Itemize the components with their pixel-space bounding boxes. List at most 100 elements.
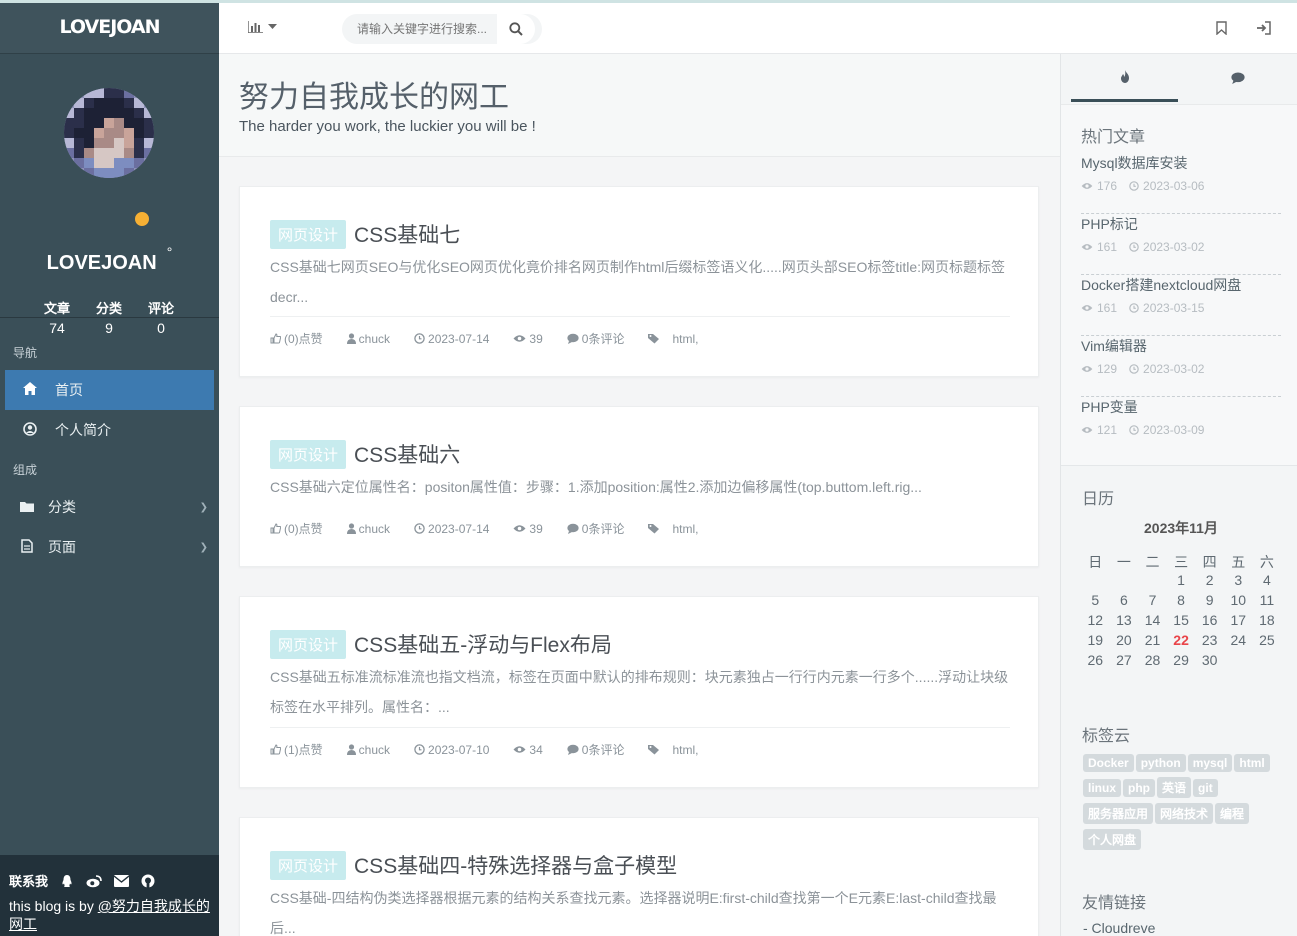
stat-comments[interactable]: 评论 0	[135, 298, 187, 336]
post-title[interactable]: CSS基础五-浮动与Flex布局	[354, 629, 612, 659]
calendar-day[interactable]: 30	[1195, 652, 1224, 672]
bookmark-button[interactable]	[1216, 21, 1227, 38]
calendar-day[interactable]: 3	[1224, 572, 1253, 592]
hot-post-title[interactable]: PHP标记	[1081, 214, 1281, 234]
nav-item-home[interactable]: 首页	[5, 370, 214, 410]
calendar-day[interactable]: 10	[1224, 592, 1253, 612]
calendar-day[interactable]: 29	[1167, 652, 1196, 672]
calendar-day[interactable]: 15	[1167, 612, 1196, 632]
post-title[interactable]: CSS基础六	[354, 439, 460, 469]
hot-post-title[interactable]: PHP变量	[1081, 397, 1281, 417]
post-category-tag[interactable]: 网页设计	[270, 629, 347, 659]
stat-categories[interactable]: 分类 9	[83, 298, 135, 336]
post-comments[interactable]: 0条评论	[567, 520, 624, 537]
user-icon	[346, 333, 356, 344]
friend-link[interactable]: - Cloudreve	[1083, 920, 1155, 936]
hot-post-item[interactable]: Vim编辑器 129 2023-03-02	[1081, 336, 1281, 397]
tag-chip[interactable]: git	[1193, 779, 1218, 797]
search-button[interactable]	[497, 14, 535, 44]
post-comments[interactable]: 0条评论	[567, 741, 624, 758]
calendar-day	[1224, 652, 1253, 672]
tag-chip[interactable]: html	[1234, 754, 1270, 772]
calendar-day[interactable]: 12	[1081, 612, 1110, 632]
calendar-day[interactable]: 22	[1167, 632, 1196, 652]
calendar-day[interactable]: 25	[1253, 632, 1282, 652]
calendar-day[interactable]: 20	[1110, 632, 1139, 652]
calendar-day[interactable]: 18	[1253, 612, 1282, 632]
calendar-day[interactable]: 19	[1081, 632, 1110, 652]
hot-post-title[interactable]: Mysql数据库安装	[1081, 153, 1281, 173]
chart-menu-button[interactable]	[248, 21, 277, 33]
stat-posts[interactable]: 文章 74	[31, 298, 83, 336]
tag-chip[interactable]: 编程	[1215, 803, 1250, 824]
nav-item-category[interactable]: 分类 ❯	[5, 487, 214, 527]
search-input[interactable]	[342, 22, 497, 36]
post-author[interactable]: chuck	[346, 522, 390, 536]
hot-post-title[interactable]: Vim编辑器	[1081, 336, 1281, 356]
tag-chip[interactable]: Docker	[1083, 754, 1134, 772]
calendar-week: 26 27 28 29 30	[1081, 652, 1297, 672]
calendar-day[interactable]: 7	[1138, 592, 1167, 612]
tag-chip[interactable]: 服务器应用	[1083, 803, 1154, 824]
post-title[interactable]: CSS基础七	[354, 219, 460, 249]
post-category-tag[interactable]: 网页设计	[270, 850, 347, 880]
post-category-tag[interactable]: 网页设计	[270, 219, 347, 249]
hot-post-item[interactable]: Docker搭建nextcloud网盘 161 2023-03-15	[1081, 275, 1281, 336]
post-author[interactable]: chuck	[346, 332, 390, 346]
calendar-day[interactable]: 26	[1081, 652, 1110, 672]
tab-comments[interactable]	[1184, 54, 1291, 102]
hot-post-title[interactable]: Docker搭建nextcloud网盘	[1081, 275, 1281, 295]
calendar-day[interactable]: 1	[1167, 572, 1196, 592]
post-author[interactable]: chuck	[346, 743, 390, 757]
post-title[interactable]: CSS基础四-特殊选择器与盒子模型	[354, 850, 677, 880]
calendar-day[interactable]: 13	[1110, 612, 1139, 632]
post-tags[interactable]: html,	[648, 332, 698, 346]
github-icon[interactable]	[141, 874, 155, 888]
calendar-day[interactable]: 2	[1195, 572, 1224, 592]
tag-chip[interactable]: 英语	[1157, 777, 1192, 798]
hot-post-item[interactable]: Mysql数据库安装 176 2023-03-06	[1081, 153, 1281, 214]
qq-icon[interactable]	[60, 874, 74, 888]
calendar-day[interactable]: 27	[1110, 652, 1139, 672]
tag-chip[interactable]: php	[1123, 779, 1156, 797]
tag-chip[interactable]: 网络技术	[1155, 803, 1214, 824]
calendar-day[interactable]: 16	[1195, 612, 1224, 632]
tag-chip[interactable]: linux	[1083, 779, 1122, 797]
login-button[interactable]	[1256, 21, 1271, 38]
email-icon[interactable]	[114, 874, 130, 887]
post-category-tag[interactable]: 网页设计	[270, 439, 347, 469]
calendar-day[interactable]: 21	[1138, 632, 1167, 652]
post-tags[interactable]: html,	[648, 522, 698, 536]
calendar-day[interactable]: 14	[1138, 612, 1167, 632]
hot-post-item[interactable]: PHP变量 121 2023-03-09	[1081, 397, 1281, 458]
post-likes[interactable]: (0)点赞	[270, 520, 323, 537]
calendar-day[interactable]: 23	[1195, 632, 1224, 652]
post-excerpt: CSS基础六定位属性名：positon属性值：步骤：1.添加position:属…	[270, 479, 922, 495]
folder-icon	[5, 499, 48, 515]
hot-post-item[interactable]: PHP标记 161 2023-03-02	[1081, 214, 1281, 275]
calendar-day[interactable]: 17	[1224, 612, 1253, 632]
calendar-day	[1110, 572, 1139, 592]
post-likes[interactable]: (0)点赞	[270, 330, 323, 347]
tag-chip[interactable]: 个人网盘	[1083, 829, 1142, 850]
calendar-day[interactable]: 4	[1253, 572, 1282, 592]
tag-chip[interactable]: mysql	[1187, 754, 1233, 772]
tag-chip[interactable]: python	[1135, 754, 1186, 772]
brand-logo[interactable]: LOVEJOAN	[0, 0, 219, 54]
post-likes[interactable]: (1)点赞	[270, 741, 323, 758]
nav-item-about[interactable]: 个人简介	[5, 410, 214, 450]
post-tags[interactable]: html,	[648, 743, 698, 757]
nav-item-pages[interactable]: 页面 ❯	[5, 527, 214, 567]
calendar-day[interactable]: 8	[1167, 592, 1196, 612]
tab-hot[interactable]	[1071, 54, 1178, 102]
calendar-day[interactable]: 9	[1195, 592, 1224, 612]
calendar-day[interactable]: 28	[1138, 652, 1167, 672]
calendar-day[interactable]: 6	[1110, 592, 1139, 612]
avatar[interactable]	[64, 88, 154, 178]
post-comments[interactable]: 0条评论	[567, 330, 624, 347]
weibo-icon[interactable]	[86, 874, 102, 888]
profile-panel: LOVEJOAN ° 文章 74 分类 9 评论 0	[0, 54, 219, 336]
calendar-day[interactable]: 5	[1081, 592, 1110, 612]
calendar-day[interactable]: 24	[1224, 632, 1253, 652]
calendar-day[interactable]: 11	[1253, 592, 1282, 612]
